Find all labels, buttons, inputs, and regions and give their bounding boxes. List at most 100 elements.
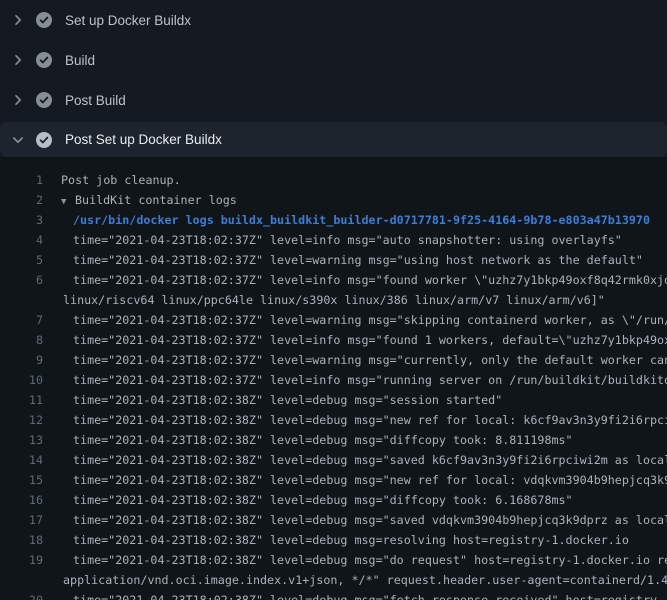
log-text: time="2021-04-23T18:02:37Z" level=warnin… (43, 250, 667, 270)
line-number[interactable]: 8 (0, 330, 43, 350)
log-text: time="2021-04-23T18:02:37Z" level=warnin… (43, 310, 667, 330)
line-number[interactable]: 6 (0, 270, 43, 290)
log-text-content: time="2021-04-23T18:02:38Z" level=debug … (73, 593, 664, 600)
log-text-content: time="2021-04-23T18:02:38Z" level=debug … (73, 493, 573, 507)
chevron-right-icon (10, 52, 26, 68)
log-text: time="2021-04-23T18:02:38Z" level=debug … (43, 450, 667, 470)
chevron-right-icon (10, 12, 26, 28)
log-text-content: time="2021-04-23T18:02:37Z" level=info m… (73, 333, 667, 347)
log-line: 3/usr/bin/docker logs buildx_buildkit_bu… (0, 210, 667, 230)
log-text-content: time="2021-04-23T18:02:38Z" level=debug … (73, 533, 629, 547)
line-number[interactable]: 15 (0, 470, 43, 490)
line-number (0, 290, 43, 310)
log-text: time="2021-04-23T18:02:38Z" level=debug … (43, 490, 667, 510)
line-number[interactable]: 2 (0, 190, 43, 210)
chevron-down-icon (10, 132, 26, 148)
log-text-content: time="2021-04-23T18:02:38Z" level=debug … (73, 413, 667, 427)
log-text: time="2021-04-23T18:02:38Z" level=debug … (43, 590, 667, 600)
step-row-build[interactable]: Build (0, 40, 667, 80)
log-text: time="2021-04-23T18:02:38Z" level=debug … (43, 390, 667, 410)
log-text-content: time="2021-04-23T18:02:38Z" level=debug … (73, 473, 667, 487)
log-line: 13 time="2021-04-23T18:02:38Z" level=debu… (0, 430, 667, 450)
group-collapse-toggle-icon[interactable]: ▼ (61, 192, 75, 210)
log-text-content: time="2021-04-23T18:02:37Z" level=warnin… (73, 353, 667, 367)
log-line: 16 time="2021-04-23T18:02:38Z" level=debu… (0, 490, 667, 510)
step-label: Set up Docker Buildx (65, 13, 191, 28)
line-number[interactable]: 18 (0, 530, 43, 550)
log-line: 6 time="2021-04-23T18:02:37Z" level=info … (0, 270, 667, 290)
log-line: 5time="2021-04-23T18:02:37Z" level=warni… (0, 250, 667, 270)
check-circle-icon (36, 12, 52, 28)
log-text: ▼BuildKit container logs (43, 190, 667, 210)
line-number[interactable]: 3 (0, 210, 43, 230)
log-line: 8 time="2021-04-23T18:02:37Z" level=info … (0, 330, 667, 350)
line-number[interactable]: 11 (0, 390, 43, 410)
chevron-right-icon (10, 92, 26, 108)
log-text: time="2021-04-23T18:02:38Z" level=debug … (43, 410, 667, 430)
log-line: 20 time="2021-04-23T18:02:38Z" level=debu… (0, 590, 667, 600)
log-text-content: Post job cleanup. (61, 173, 181, 187)
log-line: 4 time="2021-04-23T18:02:37Z" level=info … (0, 230, 667, 250)
log-text: time="2021-04-23T18:02:37Z" level=warnin… (43, 350, 667, 370)
line-number[interactable]: 4 (0, 230, 43, 250)
line-number[interactable]: 17 (0, 510, 43, 530)
log-line: 17 time="2021-04-23T18:02:38Z" level=debu… (0, 510, 667, 530)
log-text: time="2021-04-23T18:02:38Z" level=debug … (43, 510, 667, 530)
step-label: Post Set up Docker Buildx (65, 132, 222, 147)
steps-list: Set up Docker Buildx BuildPost Build Post … (0, 0, 667, 157)
line-number[interactable]: 12 (0, 410, 43, 430)
log-line: 2▼BuildKit container logs (0, 190, 667, 210)
line-number (0, 570, 43, 590)
log-text-content: time="2021-04-23T18:02:38Z" level=debug … (73, 513, 667, 527)
log-text-content: time="2021-04-23T18:02:38Z" level=debug … (73, 453, 667, 467)
log-text: time="2021-04-23T18:02:38Z" level=debug … (43, 430, 667, 450)
log-command-text: /usr/bin/docker logs buildx_buildkit_bui… (43, 210, 667, 230)
log-text: time="2021-04-23T18:02:38Z" level=debug … (43, 530, 667, 550)
line-number[interactable]: 14 (0, 450, 43, 470)
log-line: application/vnd.oci.image.index.v1+json,… (0, 570, 667, 590)
log-text: time="2021-04-23T18:02:38Z" level=debug … (43, 550, 667, 570)
log-line: 7 time="2021-04-23T18:02:37Z" level=warni… (0, 310, 667, 330)
log-text-content: time="2021-04-23T18:02:38Z" level=debug … (73, 393, 502, 407)
step-row-post-set-up-docker-buildx[interactable]: Post Set up Docker Buildx (0, 122, 667, 157)
log-text: time="2021-04-23T18:02:37Z" level=info m… (43, 270, 667, 290)
log-text-content: time="2021-04-23T18:02:37Z" level=info m… (73, 373, 667, 387)
log-text-content: time="2021-04-23T18:02:38Z" level=debug … (73, 433, 573, 447)
log-line: 10 time="2021-04-23T18:02:37Z" level=info… (0, 370, 667, 390)
line-number[interactable]: 7 (0, 310, 43, 330)
log-line: 12 time="2021-04-23T18:02:38Z" level=debu… (0, 410, 667, 430)
line-number[interactable]: 1 (0, 170, 43, 190)
line-number[interactable]: 19 (0, 550, 43, 570)
check-circle-icon (36, 52, 52, 68)
log-text-content: time="2021-04-23T18:02:38Z" level=debug … (73, 553, 667, 567)
log-text: time="2021-04-23T18:02:38Z" level=debug … (43, 470, 667, 490)
log-text-content: time="2021-04-23T18:02:37Z" level=info m… (73, 273, 667, 287)
log-text: time="2021-04-23T18:02:37Z" level=info m… (43, 330, 667, 350)
line-number[interactable]: 10 (0, 370, 43, 390)
log-line: 14 time="2021-04-23T18:02:38Z" level=debu… (0, 450, 667, 470)
line-number[interactable]: 16 (0, 490, 43, 510)
log-text: time="2021-04-23T18:02:37Z" level=info m… (43, 370, 667, 390)
line-number[interactable]: 20 (0, 590, 43, 600)
log-line: 11 time="2021-04-23T18:02:38Z" level=debu… (0, 390, 667, 410)
line-number[interactable]: 13 (0, 430, 43, 450)
line-number[interactable]: 9 (0, 350, 43, 370)
log-text: linux/riscv64 linux/ppc64le linux/s390x … (43, 290, 667, 310)
line-number[interactable]: 5 (0, 250, 43, 270)
log-line: 9 time="2021-04-23T18:02:37Z" level=warni… (0, 350, 667, 370)
log-text-content: application/vnd.oci.image.index.v1+json,… (63, 573, 667, 587)
step-row-set-up-docker-buildx[interactable]: Set up Docker Buildx (0, 0, 667, 40)
check-circle-icon (36, 132, 52, 148)
log-text-content: time="2021-04-23T18:02:37Z" level=warnin… (73, 313, 667, 327)
check-circle-icon (36, 92, 52, 108)
log-line: 15 time="2021-04-23T18:02:38Z" level=debu… (0, 470, 667, 490)
log-line: 18 time="2021-04-23T18:02:38Z" level=debu… (0, 530, 667, 550)
log-text: Post job cleanup. (43, 170, 667, 190)
log-line: 1 Post job cleanup. (0, 170, 667, 190)
log-line: 19 time="2021-04-23T18:02:38Z" level=debu… (0, 550, 667, 570)
log-output[interactable]: 1 Post job cleanup. 2▼BuildKit container l… (0, 157, 667, 600)
log-text-content: time="2021-04-23T18:02:37Z" level=info m… (73, 233, 622, 247)
step-row-post-build[interactable]: Post Build (0, 80, 667, 120)
log-text-content: /usr/bin/docker logs buildx_buildkit_bui… (73, 213, 650, 227)
actions-log-viewer: Set up Docker Buildx BuildPost Build Post … (0, 0, 667, 600)
